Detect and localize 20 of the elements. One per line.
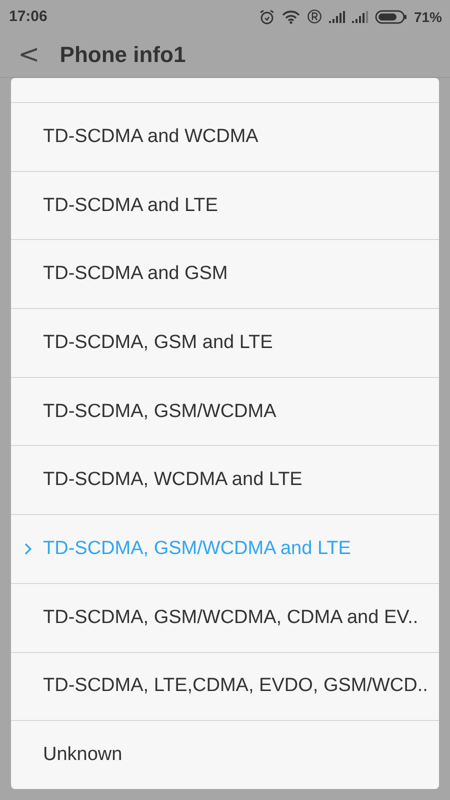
option-item[interactable]: TD-SCDMA, LTE,CDMA, EVDO, GSM/WCD.. (11, 652, 439, 720)
option-item[interactable]: TD-SCDMA, GSM and LTE (11, 308, 439, 377)
chevron-icon (24, 542, 32, 555)
battery-percentage: 71% (414, 8, 442, 24)
status-time: 17:06 (9, 8, 48, 25)
page-title: Phone info1 (60, 42, 186, 68)
option-item[interactable]: TD-SCDMA, GSM/WCDMA, CDMA and EV.. (11, 582, 439, 652)
option-item[interactable]: TD-SCDMA, GSM/WCDMA (11, 376, 439, 446)
signal-icon (352, 10, 368, 22)
option-item[interactable]: TD-SCDMA and LTE (11, 170, 439, 240)
wifi-icon (282, 10, 300, 24)
option-item[interactable]: TD-SCDMA and WCDMA (11, 102, 439, 171)
option-item[interactable]: Unknown (11, 720, 439, 789)
signal-icon (328, 10, 345, 22)
alarm-clock-icon (258, 8, 275, 24)
option-item[interactable]: TD-SCDMA, WCDMA and LTE (11, 445, 439, 514)
option-item[interactable]: TD-SCDMA and GSM (11, 239, 439, 308)
roaming-icon (306, 9, 322, 24)
back-button[interactable]: < (0, 40, 54, 70)
battery-icon (374, 10, 407, 24)
